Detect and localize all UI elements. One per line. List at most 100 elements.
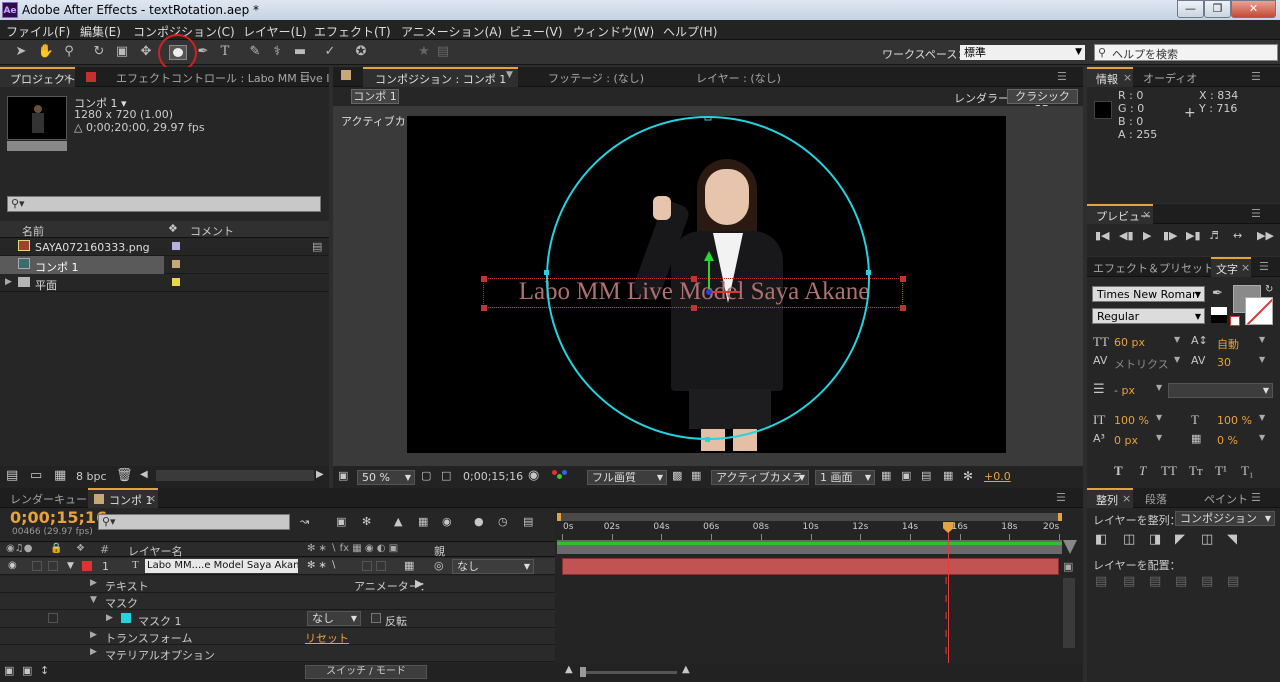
panel-menu-icon[interactable]: ☰ (1057, 70, 1067, 83)
bpc-label[interactable]: 8 bpc (76, 470, 107, 483)
hand-tool-icon[interactable]: ✋ (37, 44, 55, 60)
kerning-value[interactable]: メトリクス (1114, 356, 1169, 372)
panel-menu-icon[interactable]: ☰ (1259, 260, 1269, 273)
tab-paint[interactable]: ペイント (1204, 491, 1248, 507)
zoom-slider-thumb[interactable] (580, 667, 586, 677)
tab-effect-controls[interactable]: エフェクトコントロール : Labo MM Live I (116, 70, 329, 86)
animator-add-icon[interactable]: ▶ (415, 577, 423, 590)
align-left-icon[interactable]: ◧ (1095, 532, 1107, 547)
label-tag-icon[interactable]: ❖ (76, 543, 85, 554)
tab-render-queue[interactable]: レンダーキュー (10, 491, 87, 507)
tab-align[interactable]: 整列 × (1087, 488, 1133, 508)
selection-tool-icon[interactable]: ➤ (12, 44, 30, 60)
audio-icon[interactable]: ♬ (1209, 229, 1219, 242)
text-tool-icon[interactable]: T (216, 44, 234, 60)
snapshot-camera-icon[interactable]: ◉ (528, 468, 539, 483)
zoom-slider[interactable] (582, 671, 677, 674)
layer-name[interactable]: Labo MM....e Model Saya Akane (145, 559, 298, 573)
reset-link[interactable]: リセット (305, 630, 349, 646)
no-fill-swatch[interactable] (1230, 316, 1240, 326)
close-icon[interactable]: × (1122, 492, 1131, 505)
align-top-icon[interactable]: ◤ (1175, 532, 1185, 547)
lock-switch[interactable] (48, 561, 58, 571)
zoom-tool-icon[interactable]: ⚲ (60, 44, 78, 60)
tab-character[interactable]: 文字 × (1211, 257, 1251, 277)
layer-duration-bar[interactable] (562, 558, 1059, 575)
layer-label-color[interactable] (82, 561, 92, 571)
timeline-vertical-scrollbar[interactable] (1063, 578, 1075, 648)
property-row[interactable]: ▶ マスク 1 なし ▼ 反転 (0, 610, 555, 628)
always-preview-icon[interactable]: ▣ (338, 469, 348, 482)
align-right-icon[interactable]: ◨ (1149, 532, 1161, 547)
safe-zones-icon[interactable]: ▢ (421, 469, 431, 482)
panel-menu-icon[interactable]: ☰ (300, 70, 310, 83)
tab-timeline-comp[interactable]: コンポ 1 × (88, 488, 158, 508)
live-update-icon[interactable]: ▣ (336, 515, 346, 528)
mask-mode-dropdown[interactable]: なし ▼ (307, 611, 361, 626)
label-color-swatch[interactable] (172, 278, 180, 286)
brush-tool-icon[interactable]: ✎ (246, 44, 264, 60)
timeline-search-input[interactable]: ⚲▾ (98, 514, 290, 530)
col-parent[interactable]: 親 (434, 543, 445, 559)
tab-preview[interactable]: プレビュー × (1087, 204, 1153, 224)
project-item[interactable]: ▶ 平面 (0, 274, 329, 292)
invert-checkbox[interactable] (371, 613, 381, 623)
switch-mode-toggle[interactable]: スイッチ / モード (305, 665, 427, 679)
align-to-dropdown[interactable]: コンポジション ▼ (1175, 511, 1275, 526)
toggle-pixel-aspect-icon[interactable]: ▦ (881, 469, 891, 482)
mask-visibility-icon[interactable]: □ (441, 469, 451, 482)
horizontal-scale-value[interactable]: 100 % (1217, 414, 1252, 427)
menu-effect[interactable]: エフェクト(T) (314, 23, 391, 40)
chevron-down-icon[interactable]: ▼ (1156, 413, 1162, 422)
pan-behind-tool-icon[interactable]: ✥ (137, 44, 155, 60)
expand-triangle-icon[interactable]: ▼ (67, 561, 74, 571)
swap-colors-icon[interactable]: ↻ (1265, 284, 1273, 295)
flowchart-icon[interactable]: ▤ (312, 240, 322, 253)
panel-menu-icon[interactable]: ☰ (1251, 491, 1261, 504)
new-comp-icon[interactable]: ▦ (54, 468, 66, 483)
align-horizontal-center-icon[interactable]: ◫ (1123, 532, 1135, 547)
chevron-down-icon[interactable]: ▼ (1259, 335, 1265, 344)
expand-triangle-icon[interactable]: ▼ (90, 595, 97, 605)
close-icon[interactable]: × (1241, 261, 1250, 274)
label-color-swatch[interactable] (172, 242, 180, 250)
eyedropper-icon[interactable]: ✒ (1212, 286, 1223, 301)
brainstorm-icon[interactable]: ● (474, 515, 484, 528)
y-axis-arrow-icon[interactable] (704, 251, 714, 261)
ram-preview-icon[interactable]: ▶▶ (1257, 229, 1274, 242)
expand-switches-icon[interactable]: ▣ (4, 664, 14, 677)
camera-dropdown[interactable]: アクティブカメラ ▼ (711, 470, 809, 485)
pen-tool-icon[interactable]: ✒ (194, 44, 212, 60)
3d-layer-icon[interactable]: ▦ (404, 559, 414, 572)
comp-canvas[interactable]: Labo MM Live Model Saya Akane (407, 116, 1006, 453)
comp-button[interactable]: コンポ 1 (351, 89, 399, 104)
mask-vertex-left[interactable] (544, 270, 549, 275)
close-icon[interactable]: × (1123, 71, 1132, 84)
close-icon[interactable]: × (147, 492, 156, 505)
quality-dropdown[interactable]: フル画質 ▼ (587, 470, 667, 485)
first-frame-icon[interactable]: ▮◀ (1095, 229, 1110, 242)
property-row[interactable]: ▶ テキスト アニメーター： ▶ (0, 576, 555, 593)
scroll-right-icon[interactable]: ▶ (316, 469, 324, 480)
renderer-button[interactable]: クラシック3D (1007, 89, 1078, 116)
tracking-value[interactable]: 30 (1217, 356, 1231, 369)
zoom-out-icon[interactable]: ▲ (565, 664, 573, 675)
all-caps-button[interactable]: TT (1161, 463, 1177, 479)
previous-frame-icon[interactable]: ◀▮ (1119, 229, 1134, 242)
expand-triangle-icon[interactable]: ▶ (90, 647, 97, 657)
expand-triangle-icon[interactable]: ▶ (5, 277, 12, 287)
loop-icon[interactable]: ↔ (1233, 229, 1242, 242)
chevron-down-icon[interactable]: ▼ (1259, 355, 1265, 364)
lock-icon[interactable]: 🔒 (50, 543, 62, 554)
draft-3d-icon[interactable]: ✻ (362, 515, 371, 528)
subscript-button[interactable]: T₁ (1241, 463, 1253, 479)
visibility-eye-icon[interactable]: ◉ (8, 560, 17, 571)
time-ruler[interactable]: 0s 02s 04s 06s 08s 10s 12s 14s 16s 18s 20s (562, 522, 1060, 540)
play-icon[interactable]: ▶ (1143, 229, 1151, 242)
col-layer-name[interactable]: レイヤー名 (128, 543, 183, 559)
vertical-scale-value[interactable]: 100 % (1114, 414, 1149, 427)
property-row[interactable]: ▶ トランスフォーム リセット (0, 628, 555, 645)
tsume-value[interactable]: 0 % (1217, 434, 1238, 447)
zoom-dropdown[interactable]: 50 % ▼ (357, 470, 415, 485)
zoom-in-icon[interactable]: ▲ (682, 664, 690, 675)
